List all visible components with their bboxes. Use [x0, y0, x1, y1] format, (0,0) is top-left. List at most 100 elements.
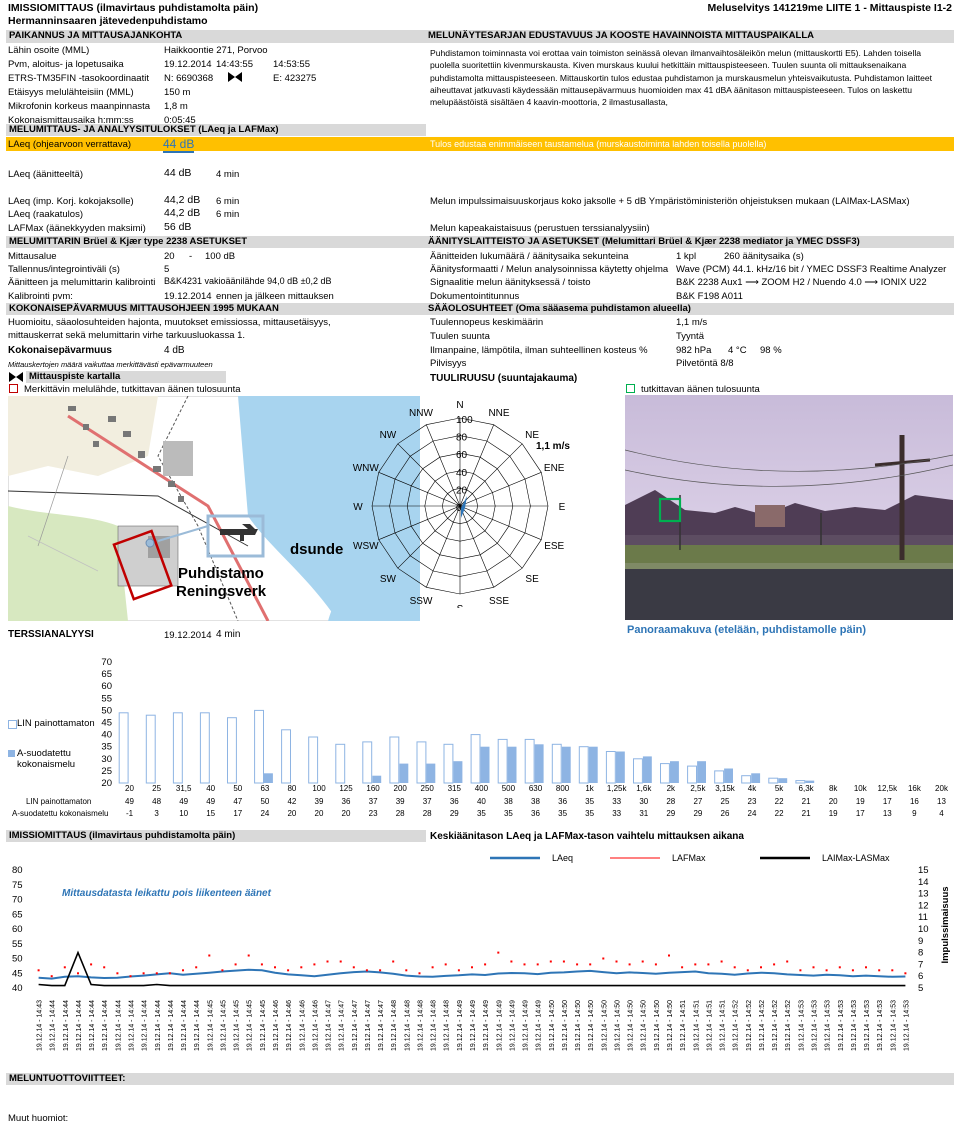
lafmax-point: [195, 966, 198, 969]
lafmax-point: [602, 957, 605, 960]
emission-y-tick: 70: [12, 895, 23, 906]
terssi-lin-bar: [199, 712, 210, 784]
terssi-a-value: 24: [260, 809, 269, 818]
emission-x-tick: 19.12.14 - 14:50: [667, 1000, 674, 1051]
terssi-a-value: 22: [775, 809, 784, 818]
lafmax-point: [247, 954, 250, 957]
terssi-a-bar: [751, 773, 761, 783]
terssi-lin-value: 27: [693, 797, 702, 806]
emission-x-tick: 19.12.14 - 14:46: [273, 1000, 280, 1051]
emission-chart-title: Keskiäänitason LAeq ja LAFMax-tason vaih…: [430, 831, 744, 842]
lafmax-point: [444, 963, 447, 966]
lafmax-point: [838, 966, 841, 969]
wind-value: 1,1 m/s: [676, 317, 708, 328]
wind-rose-direction-mark: [461, 496, 467, 518]
lafmax-point: [904, 972, 907, 975]
terssi-lin-value: 21: [802, 797, 811, 806]
terssi-y-tick: 40: [101, 730, 112, 741]
calibration-date: 19.12.2014: [164, 291, 212, 302]
laeq-value: 44 dB: [163, 137, 195, 153]
wind-rose-dir-label: NW: [380, 430, 397, 441]
pressure-label: Ilmanpaine, lämpötila, ilman suhteelline…: [430, 345, 648, 356]
lafmax-point: [142, 972, 145, 975]
wind-rose-ring-label: 60: [456, 450, 468, 461]
terssi-a-value: 33: [612, 809, 621, 818]
emission-y-tick: 40: [12, 983, 23, 994]
wind-rose-dir-label: N: [456, 400, 463, 411]
windrose-header: TUULIRUUSU (suuntajakauma): [430, 373, 578, 384]
terssi-a-bar: [372, 775, 382, 783]
emission-x-tick: 19.12.14 - 14:53: [811, 1000, 818, 1051]
terssi-lin-value: 13: [937, 797, 946, 806]
wind-rose-ring-label: 80: [456, 433, 468, 444]
terssi-lin-value: 36: [450, 797, 459, 806]
terssi-a-value: 24: [748, 809, 757, 818]
emission-x-tick: 19.12.14 - 14:44: [194, 1000, 201, 1051]
emission-x-tick: 19.12.14 - 14:44: [168, 1000, 175, 1051]
terssi-lin-value: 19: [856, 797, 865, 806]
terssi-a-value: 36: [531, 809, 540, 818]
uncertainty-header: KOKONAISEPÄVARMUUS MITTAUSOHJEEN 1995 MU…: [9, 303, 279, 314]
terssi-lin-value: 28: [666, 797, 675, 806]
wind-rose-dir-label: WNW: [353, 463, 380, 474]
terssi-x-tick: 315: [448, 784, 462, 793]
wind-rose-dir-label: SE: [525, 574, 539, 585]
emission-x-tick: 19.12.14 - 14:52: [733, 1000, 740, 1051]
terssi-lin-bar: [741, 775, 752, 784]
terssi-lin-value: 30: [639, 797, 648, 806]
panorama-photo[interactable]: [625, 395, 953, 620]
meter-header: MELUMITTARIN Brüel & Kjær type 2238 ASET…: [9, 236, 248, 247]
terssi-a-bar: [453, 761, 463, 783]
terssi-lin-value: 16: [910, 797, 919, 806]
wind-rose-spoke: [459, 443, 523, 507]
lafmax-point: [733, 966, 736, 969]
end-time: 14:53:55: [273, 59, 310, 70]
wind-rose-spoke: [397, 505, 461, 569]
terssi-a-bar: [724, 768, 733, 783]
terssi-lin-bar: [524, 738, 535, 784]
noise-source-legend-icon: [9, 384, 18, 393]
laeq-line: [38, 968, 906, 980]
emission-x-tick: 19.12.14 - 14:50: [549, 1000, 556, 1051]
terssi-lin-bar: [578, 746, 589, 784]
terssi-a-value: 15: [206, 809, 215, 818]
emission-x-tick: 19.12.14 - 14:43: [37, 1000, 44, 1051]
emission-x-tick: 19.12.14 - 14:44: [115, 1000, 122, 1051]
terssi-x-tick: 80: [287, 784, 296, 793]
lafmax-point: [365, 969, 368, 972]
emission-x-tick: 19.12.14 - 14:46: [286, 1000, 293, 1051]
humidity-value: 98 %: [760, 345, 782, 356]
terssi-lin-bar: [389, 736, 400, 784]
lafmax-point: [37, 969, 40, 972]
laeq-label: LAeq (ohjearvoon verrattava): [8, 139, 132, 150]
emission-x-tick: 19.12.14 - 14:46: [299, 1000, 306, 1051]
settings-header-bar: MELUMITTARIN Brüel & Kjær type 2238 ASET…: [6, 236, 954, 248]
emission-x-tick: 19.12.14 - 14:51: [680, 1000, 687, 1051]
wind-rose-ring-label: 20: [456, 485, 468, 496]
lafmax-point: [654, 963, 657, 966]
wind-dir-label: Tuulen suunta: [430, 331, 490, 342]
terssi-a-value: 19: [829, 809, 838, 818]
count-time: 260 äänitysaika (s): [724, 251, 804, 262]
lafmax-point: [208, 954, 211, 957]
lafmax-point: [576, 963, 579, 966]
terssi-lin-value: 42: [287, 797, 296, 806]
emission-x-tick: 19.12.14 - 14:44: [181, 1000, 188, 1051]
wind-rose-dir-label: S: [457, 604, 464, 608]
footer-note: Muut huomiot:: [8, 1113, 69, 1124]
terssi-lin-value: 35: [585, 797, 594, 806]
map-label-puhdistamo: Puhdistamo: [178, 565, 264, 582]
emission-x-tick: 19.12.14 - 14:48: [404, 1000, 411, 1051]
lafmax-point: [786, 960, 789, 963]
tonal-note: Melun kapeakaistaisuus (perustuen terssi…: [430, 223, 650, 234]
distance-value: 150 m: [164, 87, 191, 98]
lafmax-point: [300, 966, 303, 969]
terssi-x-tick: 1k: [585, 784, 594, 793]
terssi-lin-bar: [633, 758, 643, 784]
laeq-recording-duration: 4 min: [216, 169, 240, 180]
wind-rose-ring-label: 40: [456, 468, 468, 479]
terssi-chart: 20253035404550556065702049-12548331,5491…: [12, 657, 949, 818]
lafmax-point: [562, 960, 565, 963]
emission-y2-tick: 8: [918, 948, 923, 959]
terssi-a-value: 26: [721, 809, 730, 818]
